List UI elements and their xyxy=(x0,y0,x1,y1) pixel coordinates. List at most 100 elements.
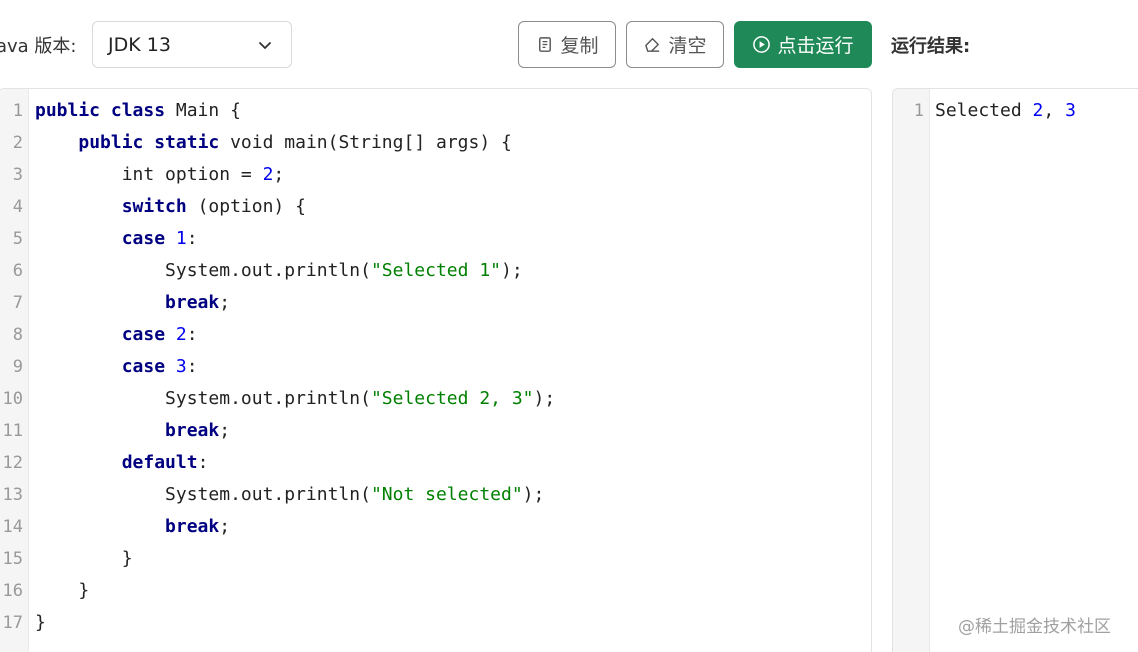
code-text: } xyxy=(35,543,133,575)
code-keyword: case xyxy=(121,356,166,377)
line-number: 7 xyxy=(12,293,23,313)
code-line: 2 public static void main(String[] args)… xyxy=(0,127,871,159)
code-line: 3 int option = 2; xyxy=(0,159,871,191)
line-number: 6 xyxy=(12,261,23,281)
code-number: 2 xyxy=(262,164,274,185)
code-token: ); xyxy=(522,484,545,505)
code-token: Selected xyxy=(935,100,1033,121)
code-line: 14 break; xyxy=(0,511,871,543)
code-line: 4 switch (option) { xyxy=(0,191,871,223)
code-token: ); xyxy=(533,388,556,409)
eraser-icon xyxy=(645,38,660,52)
code-token: : xyxy=(186,356,198,377)
line-number: 1 xyxy=(12,101,23,121)
code-keyword: case xyxy=(121,324,166,345)
code-token: ); xyxy=(501,260,523,281)
line-number: 11 xyxy=(2,421,23,441)
code-text: int option = 2; xyxy=(35,159,285,191)
line-number: 10 xyxy=(2,389,23,409)
copy-button[interactable]: 复制 xyxy=(518,21,616,68)
code-keyword: public class xyxy=(35,100,166,121)
line-number: 14 xyxy=(2,517,23,537)
result-line-number-gutter xyxy=(893,89,930,652)
run-button-label: 点击运行 xyxy=(777,35,854,57)
code-token: int option = xyxy=(35,164,263,185)
code-text: public static void main(String[] args) { xyxy=(35,127,512,159)
code-token: , xyxy=(1043,100,1066,121)
code-line: 11 break; xyxy=(0,415,871,447)
code-text: System.out.println("Selected 2, 3"); xyxy=(35,383,555,415)
code-editor[interactable]: 1 public class Main {2 public static void… xyxy=(0,88,872,652)
code-line: 8 case 2: xyxy=(0,319,871,351)
code-token: } xyxy=(35,580,90,601)
result-lines: 1 Selected 2, 3 xyxy=(893,95,1138,127)
code-keyword: switch xyxy=(121,196,187,217)
line-number: 2 xyxy=(12,133,23,153)
code-token: System.out.println( xyxy=(35,260,371,281)
line-number: 16 xyxy=(2,581,23,601)
code-line: 16 } xyxy=(0,575,871,607)
result-line: 1 Selected 2, 3 xyxy=(893,95,1138,127)
code-text: case 3: xyxy=(35,351,198,383)
code-token: : xyxy=(186,324,198,345)
code-token: void main(String[] args) { xyxy=(219,132,512,153)
code-token: System.out.println( xyxy=(35,388,371,409)
copy-button-label: 复制 xyxy=(560,35,599,57)
code-token: Main { xyxy=(165,100,241,121)
run-button[interactable]: 点击运行 xyxy=(734,21,872,68)
code-text: public class Main { xyxy=(35,95,241,127)
code-keyword: default xyxy=(121,452,198,473)
code-keyword: break xyxy=(165,292,220,313)
chevron-down-icon xyxy=(259,42,271,49)
code-text: Selected 2, 3 xyxy=(935,95,1076,127)
code-keyword: public static xyxy=(78,132,220,153)
code-text: break; xyxy=(35,287,230,319)
code-line: 10 System.out.println("Selected 2, 3"); xyxy=(0,383,871,415)
toolbar: ava 版本: JDK 13 复制 清空 点击运行 运行结果: xyxy=(0,0,1138,88)
code-number: 3 xyxy=(175,356,187,377)
code-text: break; xyxy=(35,415,230,447)
code-line: 5 case 1: xyxy=(0,223,871,255)
code-line: 17} xyxy=(0,607,871,639)
clear-button-label: 清空 xyxy=(668,35,707,57)
code-token: } xyxy=(35,548,133,569)
code-keyword: break xyxy=(165,516,220,537)
code-text: break; xyxy=(35,511,230,543)
clear-button[interactable]: 清空 xyxy=(626,21,724,68)
code-token: : xyxy=(186,228,198,249)
code-number: 2 xyxy=(175,324,187,345)
code-line: 12 default: xyxy=(0,447,871,479)
result-panel: 1 Selected 2, 3 xyxy=(892,88,1138,652)
line-number: 8 xyxy=(12,325,23,345)
code-token: ; xyxy=(219,516,231,537)
watermark: @稀土掘金技术社区 xyxy=(958,617,1111,637)
code-line: 7 break; xyxy=(0,287,871,319)
result-title: 运行结果: xyxy=(891,36,971,57)
jdk-version-select[interactable]: JDK 13 xyxy=(92,21,292,68)
code-line: 1 public class Main { xyxy=(0,95,871,127)
play-circle-icon xyxy=(753,36,771,53)
code-token: ; xyxy=(219,420,231,441)
code-token: } xyxy=(35,612,46,633)
code-string: "Not selected" xyxy=(370,484,523,505)
line-number: 5 xyxy=(12,229,23,249)
line-number: 4 xyxy=(12,197,23,217)
code-token: ; xyxy=(273,164,285,185)
code-line: 15 } xyxy=(0,543,871,575)
code-text: case 1: xyxy=(35,223,198,255)
code-text: default: xyxy=(35,447,209,479)
line-number: 1 xyxy=(913,101,924,121)
code-text: System.out.println("Selected 1"); xyxy=(35,255,523,287)
code-number: 1 xyxy=(175,228,187,249)
code-token: System.out.println( xyxy=(35,484,371,505)
code-line: 13 System.out.println("Not selected"); xyxy=(0,479,871,511)
